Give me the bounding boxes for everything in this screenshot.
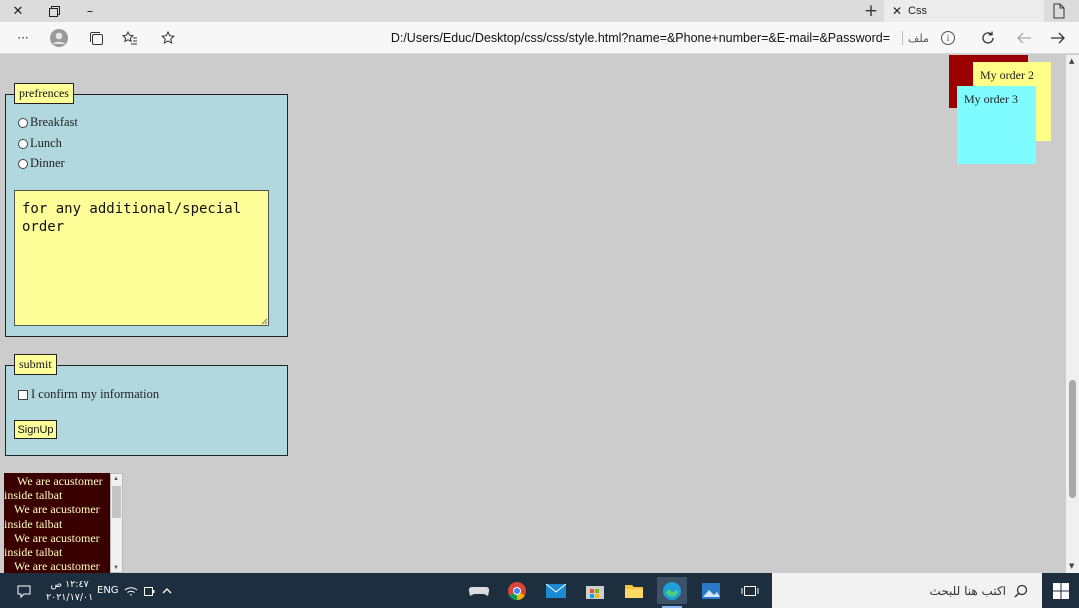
taskbar-app-photos[interactable] — [696, 577, 726, 604]
signup-button[interactable]: SignUp — [14, 420, 57, 439]
order-3-label: My order 3 — [964, 92, 1018, 106]
radio-label: Breakfast — [30, 115, 78, 129]
windows-logo-icon — [1053, 582, 1069, 599]
radio-label: Dinner — [30, 156, 65, 170]
info-icon[interactable]: i — [941, 31, 955, 45]
special-order-textarea[interactable] — [14, 190, 269, 326]
taskbar-app-mail[interactable] — [541, 577, 571, 604]
marquee-line: We are acustomer — [14, 530, 100, 545]
taskbar-app-file-explorer[interactable] — [619, 577, 649, 604]
scroll-down-icon[interactable]: ▼ — [1069, 562, 1074, 570]
submit-fieldset — [5, 365, 288, 456]
taskbar-app-games[interactable] — [464, 577, 494, 604]
marquee-text: We are acustomer inside talbat We are ac… — [4, 473, 110, 573]
tab-title: Css — [908, 5, 927, 17]
radio-lunch[interactable]: Lunch — [18, 136, 62, 151]
clock-time: ١٢:٤٧ ص — [50, 578, 89, 590]
battery-icon[interactable] — [143, 573, 155, 608]
address-bar: ··· D:/Users/Educ/Desktop/css/css/style.… — [0, 22, 1079, 54]
favorites-list-icon — [122, 31, 137, 45]
edge-icon — [663, 581, 681, 600]
mail-icon — [546, 583, 566, 598]
taskbar-app-chrome[interactable] — [502, 577, 532, 604]
preferences-legend: prefrences — [14, 83, 74, 104]
restore-window-button[interactable] — [36, 0, 72, 22]
more-menu-button[interactable]: ··· — [10, 22, 36, 54]
show-hidden-icons-chevron-icon[interactable] — [161, 573, 173, 608]
marquee-scrollbar[interactable]: ▲ ▼ — [110, 473, 123, 573]
url-divider — [902, 31, 903, 45]
folder-icon — [625, 584, 643, 598]
scroll-down-icon[interactable]: ▼ — [113, 565, 119, 571]
task-view-button[interactable] — [735, 577, 765, 604]
wifi-icon[interactable] — [124, 573, 138, 608]
radio-button[interactable] — [18, 138, 28, 149]
marquee-line: inside talbat — [4, 545, 63, 560]
marquee-line: We are acustomer — [17, 474, 103, 488]
radio-breakfast[interactable]: Breakfast — [18, 115, 78, 130]
notifications-icon — [17, 585, 31, 598]
taskbar-app-edge[interactable] — [657, 577, 687, 608]
close-window-button[interactable]: ✕ — [0, 0, 36, 22]
back-button[interactable] — [1012, 22, 1036, 54]
search-icon — [1014, 584, 1028, 598]
back-arrow-icon — [1017, 32, 1031, 44]
close-tab-icon[interactable]: ✕ — [888, 4, 906, 18]
scroll-thumb[interactable] — [1069, 380, 1076, 498]
taskbar-app-store[interactable] — [580, 577, 610, 604]
order-3-box: My order 3 — [957, 86, 1036, 164]
radio-button[interactable] — [18, 117, 28, 128]
file-scheme-label: ملف — [908, 31, 929, 45]
refresh-button[interactable] — [976, 22, 1000, 54]
language-indicator[interactable]: ENG — [97, 573, 119, 608]
order-2-label: My order 2 — [980, 68, 1034, 82]
page-icon[interactable] — [1048, 2, 1070, 20]
radio-dinner[interactable]: Dinner — [18, 156, 65, 171]
new-tab-button[interactable]: + — [858, 0, 884, 22]
favorites-list-button[interactable] — [118, 22, 142, 54]
resize-grip-icon[interactable] — [261, 318, 268, 325]
marquee-line: We are acustomer — [14, 502, 100, 517]
scroll-thumb[interactable] — [112, 486, 121, 518]
refresh-icon — [982, 31, 994, 44]
forward-button[interactable] — [1046, 22, 1070, 54]
game-controller-icon — [468, 586, 490, 596]
radio-label: Lunch — [30, 136, 62, 150]
chrome-icon — [508, 581, 526, 600]
notifications-button[interactable] — [16, 573, 32, 608]
collections-icon — [89, 31, 103, 45]
marquee-line: inside talbat — [4, 516, 63, 531]
radio-button[interactable] — [18, 158, 28, 169]
browser-tab[interactable]: ✕ Css — [884, 0, 1044, 22]
confirm-checkbox[interactable] — [18, 389, 28, 400]
collections-button[interactable] — [84, 22, 108, 54]
scroll-up-icon[interactable]: ▲ — [1069, 57, 1074, 65]
taskbar: ١٢:٤٧ ص ٢٠٢١/١٧/٠١ ENG اكتب هنا للبحث — [0, 573, 1079, 608]
marquee-line: inside talbat — [4, 488, 63, 503]
url-field[interactable]: D:/Users/Educ/Desktop/css/css/style.html… — [150, 22, 890, 54]
start-button[interactable] — [1043, 573, 1079, 608]
task-view-icon — [741, 585, 759, 596]
scroll-up-icon[interactable]: ▲ — [113, 476, 119, 482]
confirm-checkbox-row[interactable]: I confirm my information — [18, 387, 159, 402]
photos-icon — [702, 582, 720, 599]
minimize-window-button[interactable]: – — [72, 0, 108, 22]
clock[interactable]: ١٢:٤٧ ص ٢٠٢١/١٧/٠١ — [46, 573, 93, 608]
confirm-label: I confirm my information — [31, 387, 160, 401]
submit-legend: submit — [14, 354, 57, 375]
clock-date: ٢٠٢١/١٧/٠١ — [46, 591, 94, 603]
title-bar: ✕ – + ✕ Css — [0, 0, 1079, 22]
search-placeholder: اكتب هنا للبحث — [929, 583, 1006, 598]
taskbar-search-box[interactable]: اكتب هنا للبحث — [772, 573, 1042, 608]
profile-avatar[interactable] — [46, 22, 72, 54]
marquee-line: We are acustomer — [14, 559, 100, 573]
store-icon — [586, 585, 604, 599]
page-content: prefrences Breakfast Lunch Dinner submit… — [0, 55, 1066, 573]
page-scrollbar[interactable]: ▲ ▼ — [1066, 55, 1079, 573]
avatar-icon — [50, 29, 68, 47]
restore-icon — [48, 5, 60, 17]
forward-arrow-icon — [1051, 32, 1065, 44]
